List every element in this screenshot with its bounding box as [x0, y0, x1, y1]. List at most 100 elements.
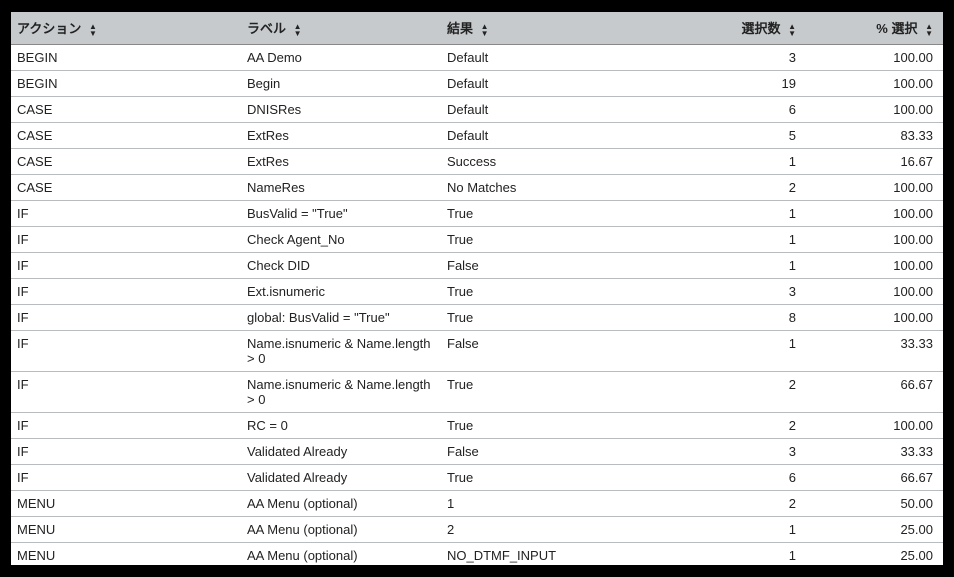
cell-count: 6 — [666, 465, 806, 491]
col-label-header[interactable]: ラベル — [241, 12, 441, 45]
cell-count: 1 — [666, 331, 806, 372]
table-row[interactable]: CASEExtResDefault583.33 — [11, 123, 943, 149]
cell-action: MENU — [11, 543, 241, 566]
cell-label: AA Menu (optional) — [241, 491, 441, 517]
col-result-header[interactable]: 結果 — [441, 12, 666, 45]
col-count-header[interactable]: 選択数 — [666, 12, 806, 45]
cell-result: Default — [441, 45, 666, 71]
cell-count: 1 — [666, 543, 806, 566]
cell-action: CASE — [11, 123, 241, 149]
table-row[interactable]: CASENameResNo Matches2100.00 — [11, 175, 943, 201]
cell-pct: 66.67 — [806, 465, 943, 491]
col-pct-label: % 選択 — [876, 21, 917, 36]
cell-action: IF — [11, 413, 241, 439]
cell-action: IF — [11, 227, 241, 253]
col-pct-header[interactable]: % 選択 — [806, 12, 943, 45]
cell-count: 8 — [666, 305, 806, 331]
cell-pct: 33.33 — [806, 331, 943, 372]
cell-action: IF — [11, 372, 241, 413]
app-frame: アクション ラベル 結果 選択数 — [0, 0, 954, 577]
cell-result: Default — [441, 71, 666, 97]
cell-pct: 16.67 — [806, 149, 943, 175]
cell-count: 2 — [666, 175, 806, 201]
cell-pct: 100.00 — [806, 201, 943, 227]
cell-result: Success — [441, 149, 666, 175]
header-row: アクション ラベル 結果 選択数 — [11, 12, 943, 45]
cell-pct: 100.00 — [806, 227, 943, 253]
table-row[interactable]: IFCheck Agent_NoTrue1100.00 — [11, 227, 943, 253]
table-row[interactable]: IFValidated AlreadyTrue666.67 — [11, 465, 943, 491]
cell-count: 1 — [666, 253, 806, 279]
cell-label: Check DID — [241, 253, 441, 279]
col-action-label: アクション — [17, 21, 81, 36]
cell-label: ExtRes — [241, 149, 441, 175]
cell-count: 3 — [666, 45, 806, 71]
table-area: アクション ラベル 結果 選択数 — [11, 12, 943, 565]
cell-result: Default — [441, 97, 666, 123]
cell-pct: 50.00 — [806, 491, 943, 517]
cell-pct: 100.00 — [806, 253, 943, 279]
cell-action: IF — [11, 279, 241, 305]
cell-pct: 83.33 — [806, 123, 943, 149]
col-count-label: 選択数 — [741, 21, 780, 36]
table-row[interactable]: IFBusValid = "True"True1100.00 — [11, 201, 943, 227]
cell-count: 5 — [666, 123, 806, 149]
cell-pct: 100.00 — [806, 175, 943, 201]
table-row[interactable]: IFRC = 0True2100.00 — [11, 413, 943, 439]
col-action-header[interactable]: アクション — [11, 12, 241, 45]
table-row[interactable]: MENUAA Menu (optional)2125.00 — [11, 517, 943, 543]
cell-result: True — [441, 465, 666, 491]
table-row[interactable]: MENUAA Menu (optional)NO_DTMF_INPUT125.0… — [11, 543, 943, 566]
sort-icon — [294, 23, 302, 37]
cell-action: IF — [11, 253, 241, 279]
table-row[interactable]: BEGINAA DemoDefault3100.00 — [11, 45, 943, 71]
table-row[interactable]: BEGINBeginDefault19100.00 — [11, 71, 943, 97]
cell-count: 3 — [666, 439, 806, 465]
cell-action: IF — [11, 201, 241, 227]
table-row[interactable]: CASEExtResSuccess116.67 — [11, 149, 943, 175]
cell-label: Check Agent_No — [241, 227, 441, 253]
cell-action: IF — [11, 465, 241, 491]
table-body: BEGINAA DemoDefault3100.00BEGINBeginDefa… — [11, 45, 943, 566]
cell-count: 6 — [666, 97, 806, 123]
cell-count: 3 — [666, 279, 806, 305]
cell-count: 1 — [666, 201, 806, 227]
cell-result: True — [441, 413, 666, 439]
cell-pct: 100.00 — [806, 413, 943, 439]
table-row[interactable]: CASEDNISResDefault6100.00 — [11, 97, 943, 123]
cell-result: 2 — [441, 517, 666, 543]
cell-action: IF — [11, 439, 241, 465]
cell-pct: 100.00 — [806, 71, 943, 97]
cell-result: NO_DTMF_INPUT — [441, 543, 666, 566]
cell-action: MENU — [11, 491, 241, 517]
cell-label: AA Demo — [241, 45, 441, 71]
cell-count: 19 — [666, 71, 806, 97]
cell-count: 2 — [666, 413, 806, 439]
table-row[interactable]: MENUAA Menu (optional)1250.00 — [11, 491, 943, 517]
table-row[interactable]: IFglobal: BusValid = "True"True8100.00 — [11, 305, 943, 331]
col-label-label: ラベル — [247, 21, 286, 36]
cell-result: True — [441, 305, 666, 331]
cell-count: 1 — [666, 149, 806, 175]
cell-label: Validated Already — [241, 439, 441, 465]
cell-result: Default — [441, 123, 666, 149]
cell-count: 1 — [666, 517, 806, 543]
table-row[interactable]: IFName.isnumeric & Name.length > 0False1… — [11, 331, 943, 372]
cell-label: Name.isnumeric & Name.length > 0 — [241, 372, 441, 413]
table-row[interactable]: IFValidated AlreadyFalse333.33 — [11, 439, 943, 465]
cell-action: CASE — [11, 97, 241, 123]
cell-label: Name.isnumeric & Name.length > 0 — [241, 331, 441, 372]
cell-label: Begin — [241, 71, 441, 97]
cell-action: CASE — [11, 149, 241, 175]
sort-icon — [788, 23, 796, 37]
table-row[interactable]: IFExt.isnumericTrue3100.00 — [11, 279, 943, 305]
cell-pct: 100.00 — [806, 97, 943, 123]
table-row[interactable]: IFName.isnumeric & Name.length > 0True26… — [11, 372, 943, 413]
data-table: アクション ラベル 結果 選択数 — [11, 12, 943, 565]
cell-result: 1 — [441, 491, 666, 517]
sort-icon — [925, 23, 933, 37]
table-row[interactable]: IFCheck DIDFalse1100.00 — [11, 253, 943, 279]
cell-label: ExtRes — [241, 123, 441, 149]
cell-action: BEGIN — [11, 45, 241, 71]
cell-result: True — [441, 201, 666, 227]
